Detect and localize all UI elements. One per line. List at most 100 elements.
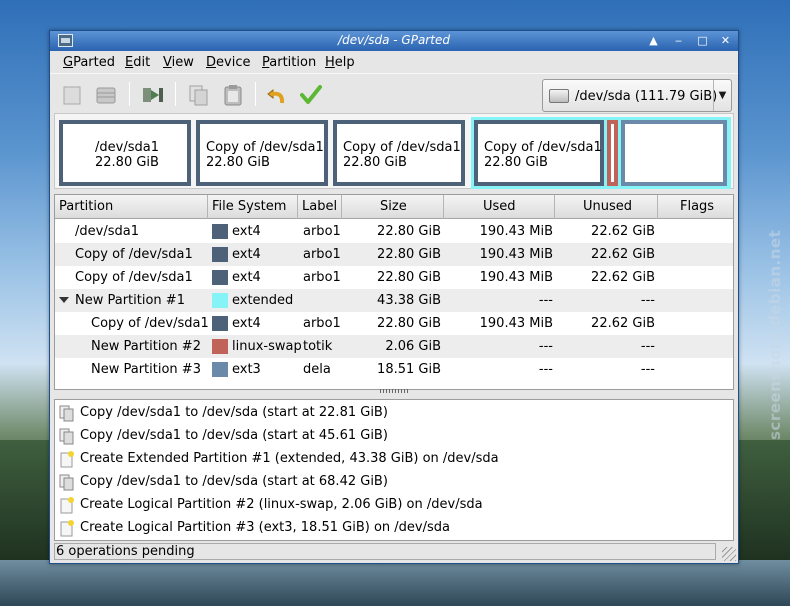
diskmap-partition-swap[interactable] (607, 120, 618, 186)
resize-move-icon (143, 88, 163, 102)
pending-operations-list: Copy /dev/sda1 to /dev/sda (start at 22.… (54, 399, 734, 541)
new-partition-operation-icon (60, 451, 74, 468)
cell-fs: ext4 (232, 316, 261, 331)
operation-text: Create Logical Partition #2 (linux-swap,… (80, 497, 483, 512)
diskmap-partition-sda1[interactable]: /dev/sda1 22.80 GiB (59, 120, 191, 186)
resize-move-button[interactable] (140, 82, 166, 108)
diskmap-partition-size: 22.80 GiB (484, 155, 548, 170)
status-bar: 6 operations pending (54, 543, 716, 560)
copy-button[interactable] (186, 82, 212, 108)
maximize-button[interactable]: □ (694, 33, 711, 48)
copy-operation-icon (59, 405, 74, 422)
fs-color-swatch (212, 316, 228, 331)
operation-text: Copy /dev/sda1 to /dev/sda (start at 22.… (80, 405, 388, 420)
operation-item[interactable]: Create Extended Partition #1 (extended, … (55, 448, 733, 471)
undo-button[interactable] (264, 82, 290, 108)
table-row[interactable]: Copy of /dev/sda1 ext4 arbo1 22.80 GiB 1… (55, 312, 733, 335)
table-row[interactable]: Copy of /dev/sda1 ext4 arbo1 22.80 GiB 1… (55, 266, 733, 289)
menu-view[interactable]: View (163, 55, 194, 70)
cell-fs: ext4 (232, 247, 261, 262)
table-row[interactable]: New Partition #3 ext3 dela 18.51 GiB ---… (55, 358, 733, 381)
table-row[interactable]: New Partition #2 linux-swap totik 2.06 G… (55, 335, 733, 358)
chevron-down-icon[interactable]: ▼ (713, 80, 731, 111)
delete-icon (96, 87, 116, 104)
cell-unused: 22.62 GiB (591, 316, 655, 331)
column-label[interactable]: Label (298, 195, 342, 219)
diskmap-partition-copy-1[interactable]: Copy of /dev/sda1 22.80 GiB (196, 120, 328, 186)
operation-item[interactable]: Create Logical Partition #2 (linux-swap,… (55, 494, 733, 517)
fs-color-swatch (212, 224, 228, 239)
diskmap-partition-size: 22.80 GiB (95, 155, 159, 170)
device-selector[interactable]: /dev/sda (111.79 GiB) ▼ (542, 79, 732, 112)
cell-used: 190.43 MiB (479, 247, 553, 262)
cell-partition: Copy of /dev/sda1 (91, 316, 209, 331)
cell-used: --- (538, 339, 553, 354)
operation-text: Create Logical Partition #3 (ext3, 18.51… (80, 520, 450, 535)
operation-item[interactable]: Copy /dev/sda1 to /dev/sda (start at 45.… (55, 425, 733, 448)
operation-item[interactable]: Copy /dev/sda1 to /dev/sda (start at 68.… (55, 471, 733, 494)
new-partition-operation-icon (60, 520, 74, 537)
operation-text: Copy /dev/sda1 to /dev/sda (start at 68.… (80, 474, 388, 489)
minimize-button[interactable]: ‒ (670, 33, 687, 48)
menu-edit[interactable]: Edit (125, 55, 150, 70)
cell-unused: --- (640, 362, 655, 377)
fs-color-swatch (212, 247, 228, 262)
menu-partition[interactable]: Partition (262, 55, 316, 70)
close-button[interactable]: ✕ (717, 33, 734, 48)
cell-fs: ext4 (232, 224, 261, 239)
menu-bar: GParted Edit View Device Partition Help (50, 51, 738, 73)
diskmap-partition-name: Copy of /dev/sda1 (484, 140, 602, 155)
diskmap-partition-ext3[interactable] (621, 120, 727, 186)
copy-icon (189, 85, 208, 106)
menu-device[interactable]: Device (206, 55, 250, 70)
delete-button[interactable] (93, 82, 119, 108)
column-used[interactable]: Used (444, 195, 555, 219)
cell-fs: ext3 (232, 362, 261, 377)
column-partition[interactable]: Partition (55, 195, 208, 219)
menu-gparted[interactable]: GParted (63, 55, 115, 70)
apply-button[interactable] (298, 82, 324, 108)
hard-disk-icon (549, 89, 569, 103)
fs-color-swatch (212, 339, 228, 354)
disk-graphic-map: /dev/sda1 22.80 GiB Copy of /dev/sda1 22.8… (54, 113, 734, 189)
column-file-system[interactable]: File System (208, 195, 298, 219)
fs-color-swatch (212, 293, 228, 308)
window-resize-grip[interactable] (722, 547, 736, 561)
cell-unused: 22.62 GiB (591, 224, 655, 239)
menu-up-icon[interactable]: ▲ (645, 33, 662, 48)
cell-partition: New Partition #2 (91, 339, 201, 354)
title-bar[interactable]: /dev/sda - GParted ▲ ‒ □ ✕ (50, 31, 738, 51)
cell-partition: New Partition #1 (75, 293, 185, 308)
cell-label: totik (303, 339, 333, 354)
cell-label: arbo1 (303, 270, 341, 285)
column-size[interactable]: Size (342, 195, 444, 219)
cell-partition: Copy of /dev/sda1 (75, 270, 193, 285)
toolbar: /dev/sda (111.79 GiB) ▼ (50, 73, 738, 113)
expander-arrow-icon[interactable] (59, 297, 69, 303)
table-row[interactable]: /dev/sda1 ext4 arbo1 22.80 GiB 190.43 Mi… (55, 220, 733, 243)
cell-label: arbo1 (303, 224, 341, 239)
cell-used: --- (538, 293, 553, 308)
cell-fs: extended (232, 293, 294, 308)
pane-resize-handle[interactable] (380, 389, 410, 393)
paste-icon (224, 85, 242, 106)
diskmap-partition-copy-2[interactable]: Copy of /dev/sda1 22.80 GiB (333, 120, 465, 186)
cell-unused: --- (640, 293, 655, 308)
undo-icon (267, 88, 285, 104)
cell-unused: 22.62 GiB (591, 247, 655, 262)
cell-size: 18.51 GiB (377, 362, 441, 377)
operation-item[interactable]: Copy /dev/sda1 to /dev/sda (start at 22.… (55, 402, 733, 425)
operation-item[interactable]: Create Logical Partition #3 (ext3, 18.51… (55, 517, 733, 540)
new-button[interactable] (59, 82, 85, 108)
cell-size: 43.38 GiB (377, 293, 441, 308)
column-flags[interactable]: Flags (658, 195, 733, 219)
cell-label: arbo1 (303, 316, 341, 331)
paste-button[interactable] (220, 82, 246, 108)
table-row[interactable]: New Partition #1 extended 43.38 GiB --- … (55, 289, 733, 312)
cell-used: 190.43 MiB (479, 316, 553, 331)
menu-help[interactable]: Help (325, 55, 355, 70)
table-row[interactable]: Copy of /dev/sda1 ext4 arbo1 22.80 GiB 1… (55, 243, 733, 266)
column-unused[interactable]: Unused (555, 195, 658, 219)
diskmap-partition-copy-3[interactable]: Copy of /dev/sda1 22.80 GiB (474, 120, 604, 186)
cell-unused: 22.62 GiB (591, 270, 655, 285)
